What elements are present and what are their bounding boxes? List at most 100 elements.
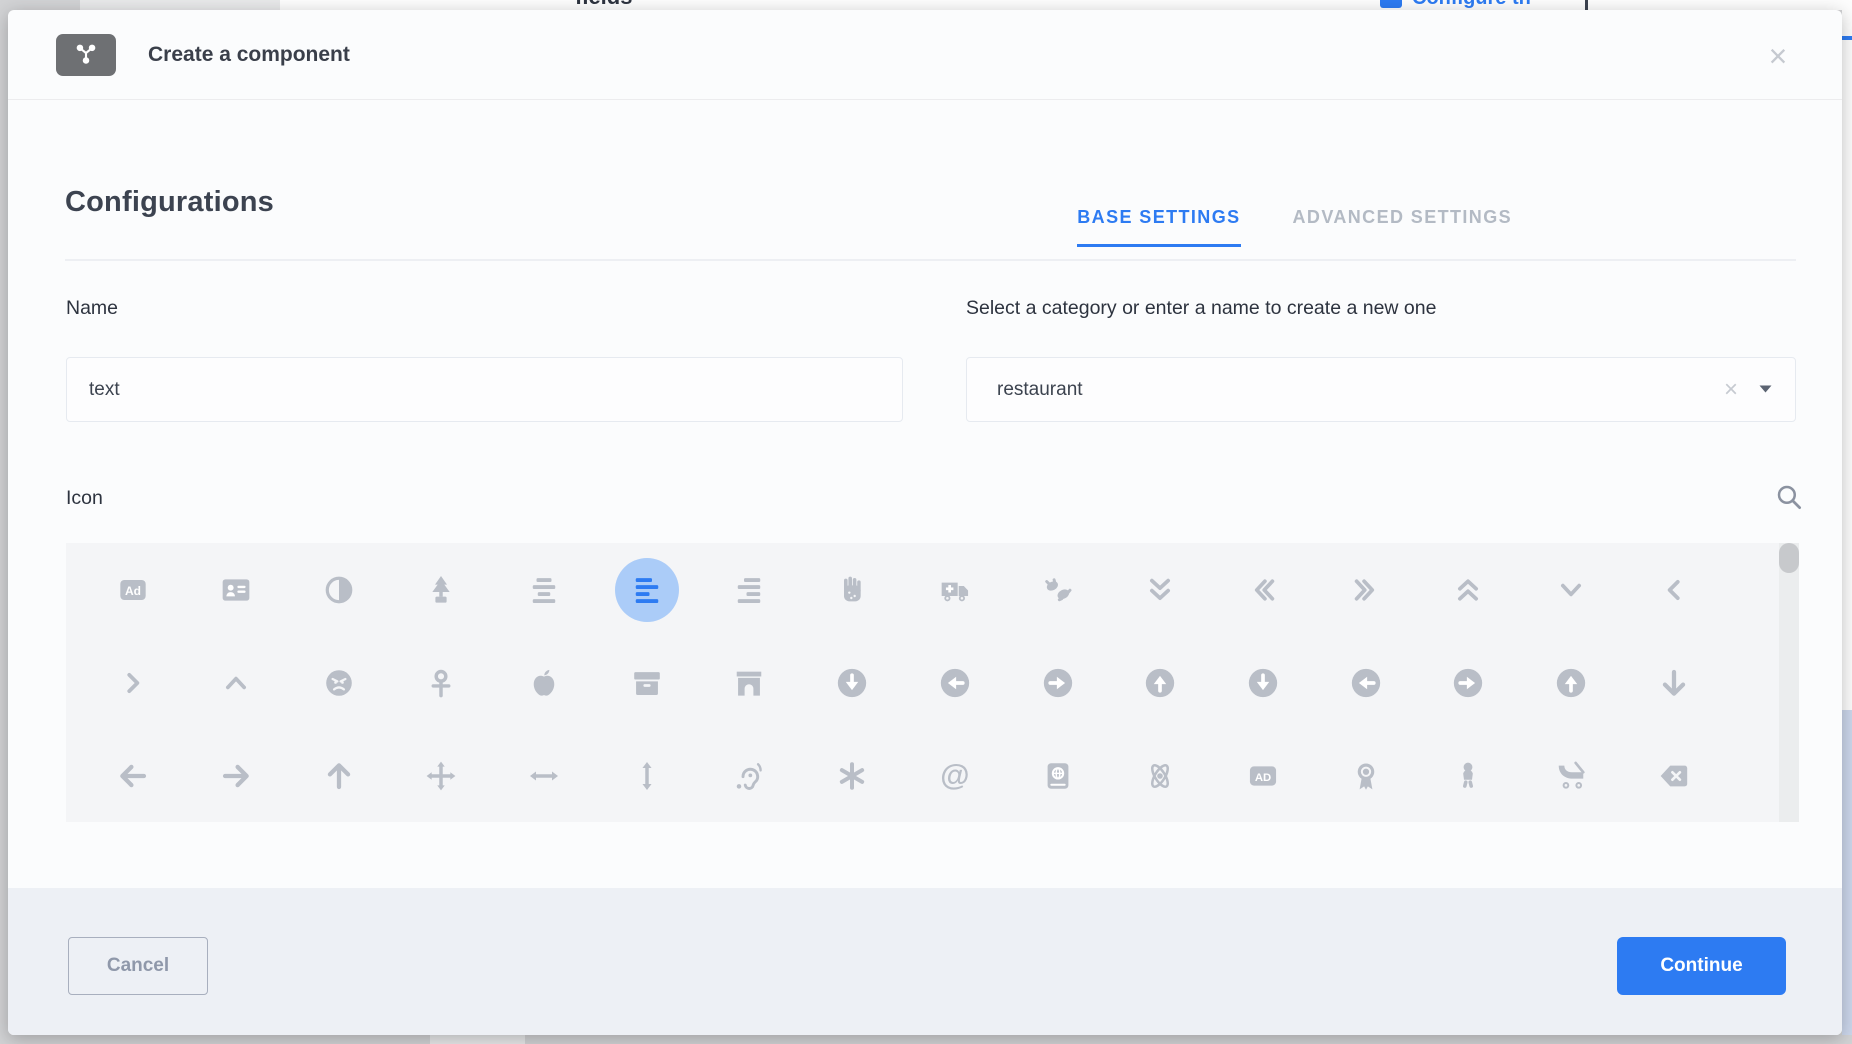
icon-angle-double-up[interactable] (1436, 558, 1500, 622)
angle-double-left-icon (1231, 558, 1295, 622)
icon-air-freshener[interactable] (409, 558, 473, 622)
icon-angle-right[interactable] (101, 651, 165, 715)
icon-ad[interactable]: Ad (101, 558, 165, 622)
icon-section-label: Icon (66, 487, 103, 510)
icon-angle-double-down[interactable] (1128, 558, 1192, 622)
create-component-dialog: Create a component × Configurations BASE… (8, 10, 1842, 1035)
category-select[interactable]: restaurant × (966, 357, 1796, 422)
page-title: Configurations (65, 186, 274, 219)
icon-picker-grid: Ad @ AD (66, 543, 1799, 822)
icon-asterisk[interactable] (820, 744, 884, 808)
name-input[interactable] (66, 357, 903, 422)
icon-assistive-listening-systems[interactable] (717, 744, 781, 808)
arrow-circle-right-icon (1436, 651, 1500, 715)
arrows-alt-v-icon (615, 744, 679, 808)
chevron-down-icon[interactable] (1758, 384, 1773, 395)
ad-icon: Ad (101, 558, 165, 622)
arrows-alt-icon (409, 744, 473, 808)
archive-icon (615, 651, 679, 715)
icon-allergies[interactable] (820, 558, 884, 622)
icon-arrow-circle-left[interactable] (1334, 651, 1398, 715)
angle-double-right-icon (1334, 558, 1398, 622)
icon-archive[interactable] (615, 651, 679, 715)
icon-align-center[interactable] (512, 558, 576, 622)
icon-arrows-alt[interactable] (409, 744, 473, 808)
background-page-top-strip: fields Configure th (0, 0, 1852, 10)
svg-text:AD: AD (1255, 771, 1271, 783)
allergies-icon (820, 558, 884, 622)
arrow-alt-circle-up-icon (1128, 651, 1192, 715)
component-branch-icon (72, 39, 100, 72)
apple-alt-icon (512, 651, 576, 715)
cancel-button[interactable]: Cancel (68, 937, 208, 995)
align-center-icon (512, 558, 576, 622)
arrow-circle-left-icon (1334, 651, 1398, 715)
icon-align-right[interactable] (717, 558, 781, 622)
icon-arrow-circle-right[interactable] (1436, 651, 1500, 715)
angle-right-icon (101, 651, 165, 715)
arrow-up-icon (307, 744, 371, 808)
icon-atom[interactable] (1128, 744, 1192, 808)
icon-angle-up[interactable] (204, 651, 268, 715)
background-fields-text: fields (575, 0, 632, 10)
icon-baby-carriage[interactable] (1539, 744, 1603, 808)
arrow-alt-circle-left-icon (923, 651, 987, 715)
background-fragment (430, 1035, 525, 1044)
icon-ankh[interactable] (409, 651, 473, 715)
icon-arrow-circle-up[interactable] (1539, 651, 1603, 715)
icon-arrow-left[interactable] (101, 744, 165, 808)
icon-arrow-down[interactable] (1642, 651, 1706, 715)
backspace-icon (1642, 744, 1706, 808)
clear-icon[interactable]: × (1724, 378, 1738, 402)
icon-angry[interactable] (307, 651, 371, 715)
icon-american-sign-language-interpreting[interactable] (1026, 558, 1090, 622)
icon-audio-description[interactable]: AD (1231, 744, 1295, 808)
icon-arrow-alt-circle-up[interactable] (1128, 651, 1192, 715)
icon-backspace[interactable] (1642, 744, 1706, 808)
icon-adjust[interactable] (307, 558, 371, 622)
angle-double-up-icon (1436, 558, 1500, 622)
background-fragment (80, 0, 280, 10)
background-fragment: fields Configure th (280, 0, 1852, 10)
background-blue-icon (1380, 0, 1402, 8)
icon-atlas[interactable] (1026, 744, 1090, 808)
close-icon[interactable]: × (1758, 36, 1798, 76)
icon-angle-double-right[interactable] (1334, 558, 1398, 622)
icon-arrow-circle-down[interactable] (1231, 651, 1295, 715)
adjust-icon (307, 558, 371, 622)
icon-apple-alt[interactable] (512, 651, 576, 715)
icon-arrow-alt-circle-left[interactable] (923, 651, 987, 715)
icon-at[interactable]: @ (923, 744, 987, 808)
search-icon[interactable] (1774, 482, 1804, 512)
scrollbar-track[interactable] (1779, 543, 1799, 822)
icon-arrow-alt-circle-down[interactable] (820, 651, 884, 715)
category-field-label: Select a category or enter a name to cre… (966, 297, 1436, 320)
icon-archway[interactable] (717, 651, 781, 715)
scrollbar-thumb[interactable] (1779, 543, 1799, 573)
icon-arrows-alt-v[interactable] (615, 744, 679, 808)
arrow-circle-down-icon (1231, 651, 1295, 715)
section-divider (65, 259, 1796, 261)
icon-align-left[interactable] (615, 558, 679, 622)
icon-baby[interactable] (1436, 744, 1500, 808)
icon-award[interactable] (1334, 744, 1398, 808)
arrows-alt-h-icon (512, 744, 576, 808)
atlas-icon (1026, 744, 1090, 808)
baby-icon (1436, 744, 1500, 808)
icon-angle-down[interactable] (1539, 558, 1603, 622)
icon-arrows-alt-h[interactable] (512, 744, 576, 808)
tab-advanced-settings[interactable]: ADVANCED SETTINGS (1293, 207, 1512, 228)
tab-base-settings[interactable]: BASE SETTINGS (1077, 207, 1240, 247)
icon-angle-double-left[interactable] (1231, 558, 1295, 622)
icon-address-card[interactable] (204, 558, 268, 622)
icon-angle-left[interactable] (1642, 558, 1706, 622)
icon-arrow-right[interactable] (204, 744, 268, 808)
category-selected-value: restaurant (997, 379, 1724, 401)
icon-arrow-alt-circle-right[interactable] (1026, 651, 1090, 715)
continue-button[interactable]: Continue (1617, 937, 1786, 995)
icon-arrow-up[interactable] (307, 744, 371, 808)
atom-icon (1128, 744, 1192, 808)
align-right-icon (717, 558, 781, 622)
svg-text:Ad: Ad (125, 584, 141, 598)
icon-ambulance[interactable] (923, 558, 987, 622)
